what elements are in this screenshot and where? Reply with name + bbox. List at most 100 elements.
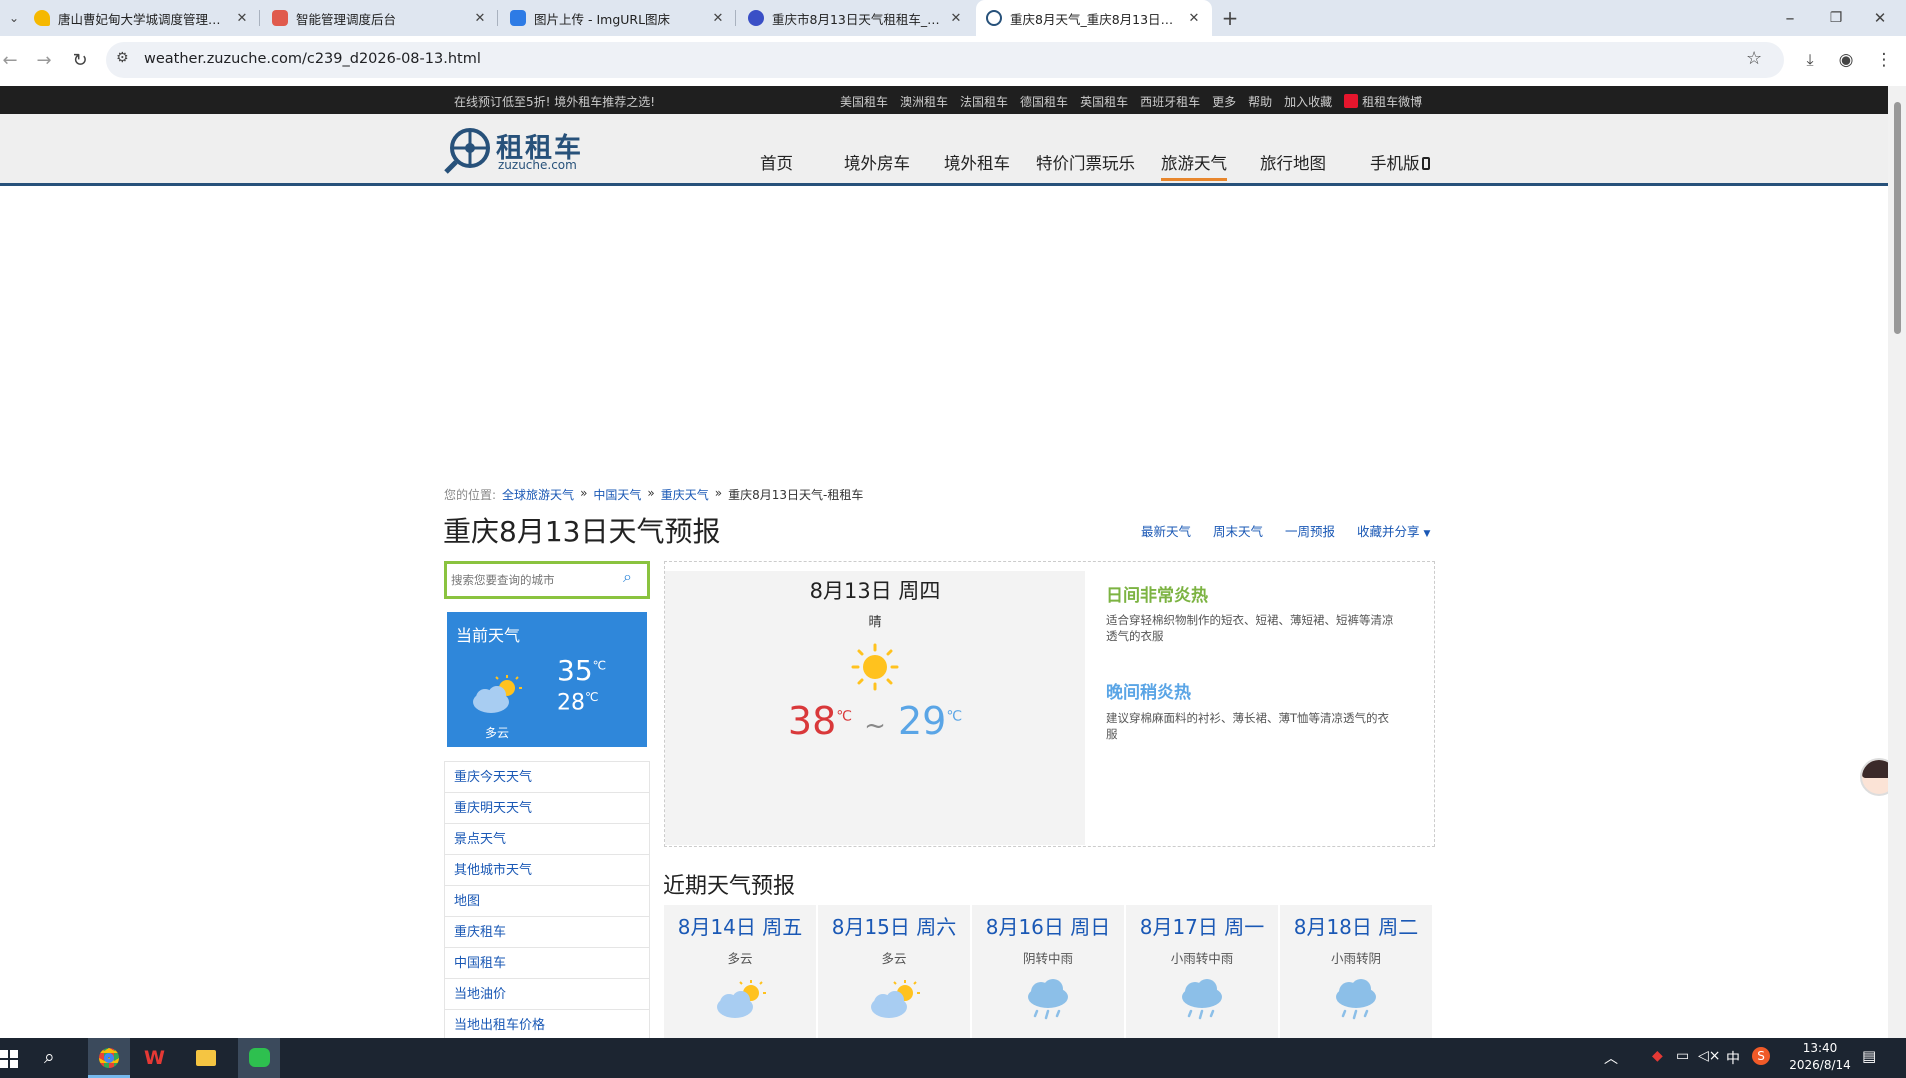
sidebar-item-china-rental[interactable]: 中国租车 — [445, 949, 649, 979]
breadcrumb-link[interactable]: 重庆天气 — [661, 486, 709, 503]
sidebar-item-today[interactable]: 重庆今天天气 — [445, 763, 649, 793]
ime-indicator[interactable]: 中 — [1726, 1048, 1740, 1068]
reload-icon[interactable]: ↻ — [66, 46, 94, 74]
forecast-day[interactable]: 8月14日 周五 多云 — [664, 905, 816, 1038]
tab-title: 智能管理调度后台 — [296, 11, 397, 27]
volume-muted-icon[interactable]: ◁× — [1698, 1048, 1721, 1064]
night-advice-text: 建议穿棉麻面料的衬衫、薄长裙、薄T恤等清凉透气的衣服 — [1106, 711, 1390, 741]
breadcrumb: 您的位置: 全球旅游天气 » 中国天气 » 重庆天气 » 重庆8月13日天气-租… — [444, 486, 864, 503]
tab-close-icon[interactable]: ✕ — [1186, 11, 1202, 26]
bookmark-star-icon[interactable]: ☆ — [1746, 48, 1762, 69]
sidebar-item-oil-price[interactable]: 当地油价 — [445, 980, 649, 1010]
menu-weather[interactable]: 旅游天气 — [1161, 150, 1227, 181]
weekend-weather-link[interactable]: 周末天气 — [1213, 521, 1263, 540]
top-link[interactable]: 帮助 — [1248, 93, 1272, 110]
sidebar-item-tomorrow[interactable]: 重庆明天天气 — [445, 794, 649, 824]
logo-wheel-icon[interactable] — [444, 126, 492, 174]
rain-icon — [1182, 979, 1222, 1020]
forward-arrow-icon[interactable]: → — [30, 46, 58, 74]
sidebar-item-chongqing-rental[interactable]: 重庆租车 — [445, 918, 649, 948]
title-links: 最新天气 周末天气 一周预报 收藏并分享 ▼ — [1141, 521, 1430, 540]
zuzuche-favicon-icon — [986, 10, 1002, 26]
menu-tickets[interactable]: 特价门票玩乐 — [1036, 150, 1135, 174]
back-arrow-icon[interactable]: ← — [0, 46, 24, 74]
caret-down-icon: ▼ — [1423, 529, 1431, 539]
forecast-day[interactable]: 8月18日 周二 小雨转阴 — [1280, 905, 1432, 1038]
browser-tab[interactable]: 图片上传 - ImgURL图床 ✕ — [500, 0, 736, 36]
wps-icon[interactable]: W — [144, 1047, 165, 1069]
tab-close-icon[interactable]: ✕ — [948, 11, 964, 26]
browser-tab-active[interactable]: 重庆8月天气_重庆8月13日天气 ✕ — [976, 0, 1212, 36]
sidebar-item-other-cities[interactable]: 其他城市天气 — [445, 856, 649, 886]
tab-close-icon[interactable]: ✕ — [710, 11, 726, 26]
notification-icon[interactable]: ▤ — [1862, 1047, 1876, 1065]
top-link[interactable]: 加入收藏 — [1284, 93, 1332, 110]
top-link[interactable]: 更多 — [1212, 93, 1236, 110]
restore-icon[interactable]: ❐ — [1822, 4, 1850, 32]
tab-title: 唐山曹妃甸大学城调度管理后台 — [58, 11, 226, 27]
minimize-icon[interactable]: – — [1776, 4, 1804, 32]
profile-icon[interactable]: ◉ — [1832, 46, 1860, 74]
scrollbar-thumb[interactable] — [1894, 102, 1901, 334]
night-advice-title: 晚间稍炎热 — [1106, 683, 1191, 703]
tab-close-icon[interactable]: ✕ — [234, 11, 250, 26]
file-explorer-icon[interactable] — [196, 1050, 216, 1066]
page-title: 重庆8月13日天气预报 — [443, 515, 721, 548]
browser-tab[interactable]: 唐山曹妃甸大学城调度管理后台 ✕ — [24, 0, 260, 36]
menu-mobile[interactable]: 手机版 — [1370, 150, 1430, 174]
breadcrumb-link[interactable]: 中国天气 — [593, 486, 641, 503]
top-link[interactable]: 澳洲租车 — [900, 93, 948, 110]
tray-expand-icon[interactable]: ︿ — [1604, 1048, 1618, 1068]
weibo-link[interactable]: 租租车微博 — [1344, 93, 1422, 110]
forecast-day[interactable]: 8月15日 周六 多云 — [818, 905, 970, 1038]
rain-icon — [1336, 979, 1376, 1020]
city-search-input[interactable] — [451, 569, 611, 591]
search-icon[interactable]: ⌕ — [44, 1046, 55, 1068]
sidebar-item-taxi-price[interactable]: 当地出租车价格 — [445, 1011, 649, 1041]
download-icon[interactable]: ⤓ — [1796, 46, 1824, 74]
top-links: 美国租车 澳洲租车 法国租车 德国租车 英国租车 西班牙租车 更多 帮助 加入收… — [840, 93, 1422, 110]
menu-dots-icon[interactable]: ⋮ — [1870, 46, 1898, 74]
latest-weather-link[interactable]: 最新天气 — [1141, 521, 1191, 540]
share-dropdown[interactable]: 收藏并分享 ▼ — [1357, 521, 1430, 540]
new-tab-plus-icon[interactable]: + — [1216, 4, 1244, 32]
network-icon[interactable]: ▭ — [1676, 1048, 1689, 1064]
sidebar-item-scenic[interactable]: 景点天气 — [445, 825, 649, 855]
logo-domain: zuzuche.com — [498, 158, 577, 172]
top-link[interactable]: 法国租车 — [960, 93, 1008, 110]
top-link[interactable]: 西班牙租车 — [1140, 93, 1200, 110]
site-top-strip: 在线预订低至5折! 境外租车推荐之选! 美国租车 澳洲租车 法国租车 德国租车 … — [0, 86, 1888, 114]
taskbar-wechat[interactable] — [238, 1038, 280, 1078]
sidebar-item-map[interactable]: 地图 — [445, 887, 649, 917]
browser-tab[interactable]: 智能管理调度后台 ✕ — [262, 0, 498, 36]
search-icon[interactable]: ⌕ — [623, 567, 632, 587]
address-bar[interactable]: ⚙ weather.zuzuche.com/c239_d2026-08-13.h… — [106, 42, 1784, 78]
url-text[interactable]: weather.zuzuche.com/c239_d2026-08-13.htm… — [144, 51, 481, 67]
menu-map[interactable]: 旅行地图 — [1260, 150, 1326, 174]
tray-app-icon[interactable]: ◆ — [1652, 1048, 1663, 1064]
top-link[interactable]: 美国租车 — [840, 93, 888, 110]
window-close-icon[interactable]: ✕ — [1866, 4, 1894, 32]
sogou-ime-icon[interactable]: S — [1752, 1047, 1770, 1065]
menu-home[interactable]: 首页 — [760, 150, 793, 174]
page-scrollbar[interactable] — [1888, 86, 1906, 1038]
tab-close-icon[interactable]: ✕ — [472, 11, 488, 26]
taskbar-chrome[interactable] — [88, 1038, 130, 1078]
taskbar-time[interactable]: 13:40 — [1788, 1041, 1852, 1055]
windows-start-icon[interactable] — [0, 1050, 18, 1068]
today-weather: 晴 — [868, 615, 882, 630]
forecast-day[interactable]: 8月16日 周日 阴转中雨 — [972, 905, 1124, 1038]
site-info-icon[interactable]: ⚙ — [116, 50, 129, 66]
menu-rv[interactable]: 境外房车 — [844, 150, 910, 174]
top-link[interactable]: 英国租车 — [1080, 93, 1128, 110]
breadcrumb-current: 重庆8月13日天气-租租车 — [728, 488, 864, 502]
menu-car-rental[interactable]: 境外租车 — [944, 150, 1010, 174]
taskbar-date[interactable]: 2026/8/14 — [1784, 1058, 1856, 1072]
top-link[interactable]: 德国租车 — [1020, 93, 1068, 110]
browser-tab[interactable]: 重庆市8月13日天气租租车_百度 ✕ — [738, 0, 974, 36]
breadcrumb-link[interactable]: 全球旅游天气 — [502, 486, 574, 503]
favicon-icon — [272, 10, 288, 26]
week-forecast-link[interactable]: 一周预报 — [1285, 521, 1335, 540]
forecast-day[interactable]: 8月17日 周一 小雨转中雨 — [1126, 905, 1278, 1038]
current-weather-card: 当前天气 多云 35℃ 28℃ — [447, 612, 647, 747]
